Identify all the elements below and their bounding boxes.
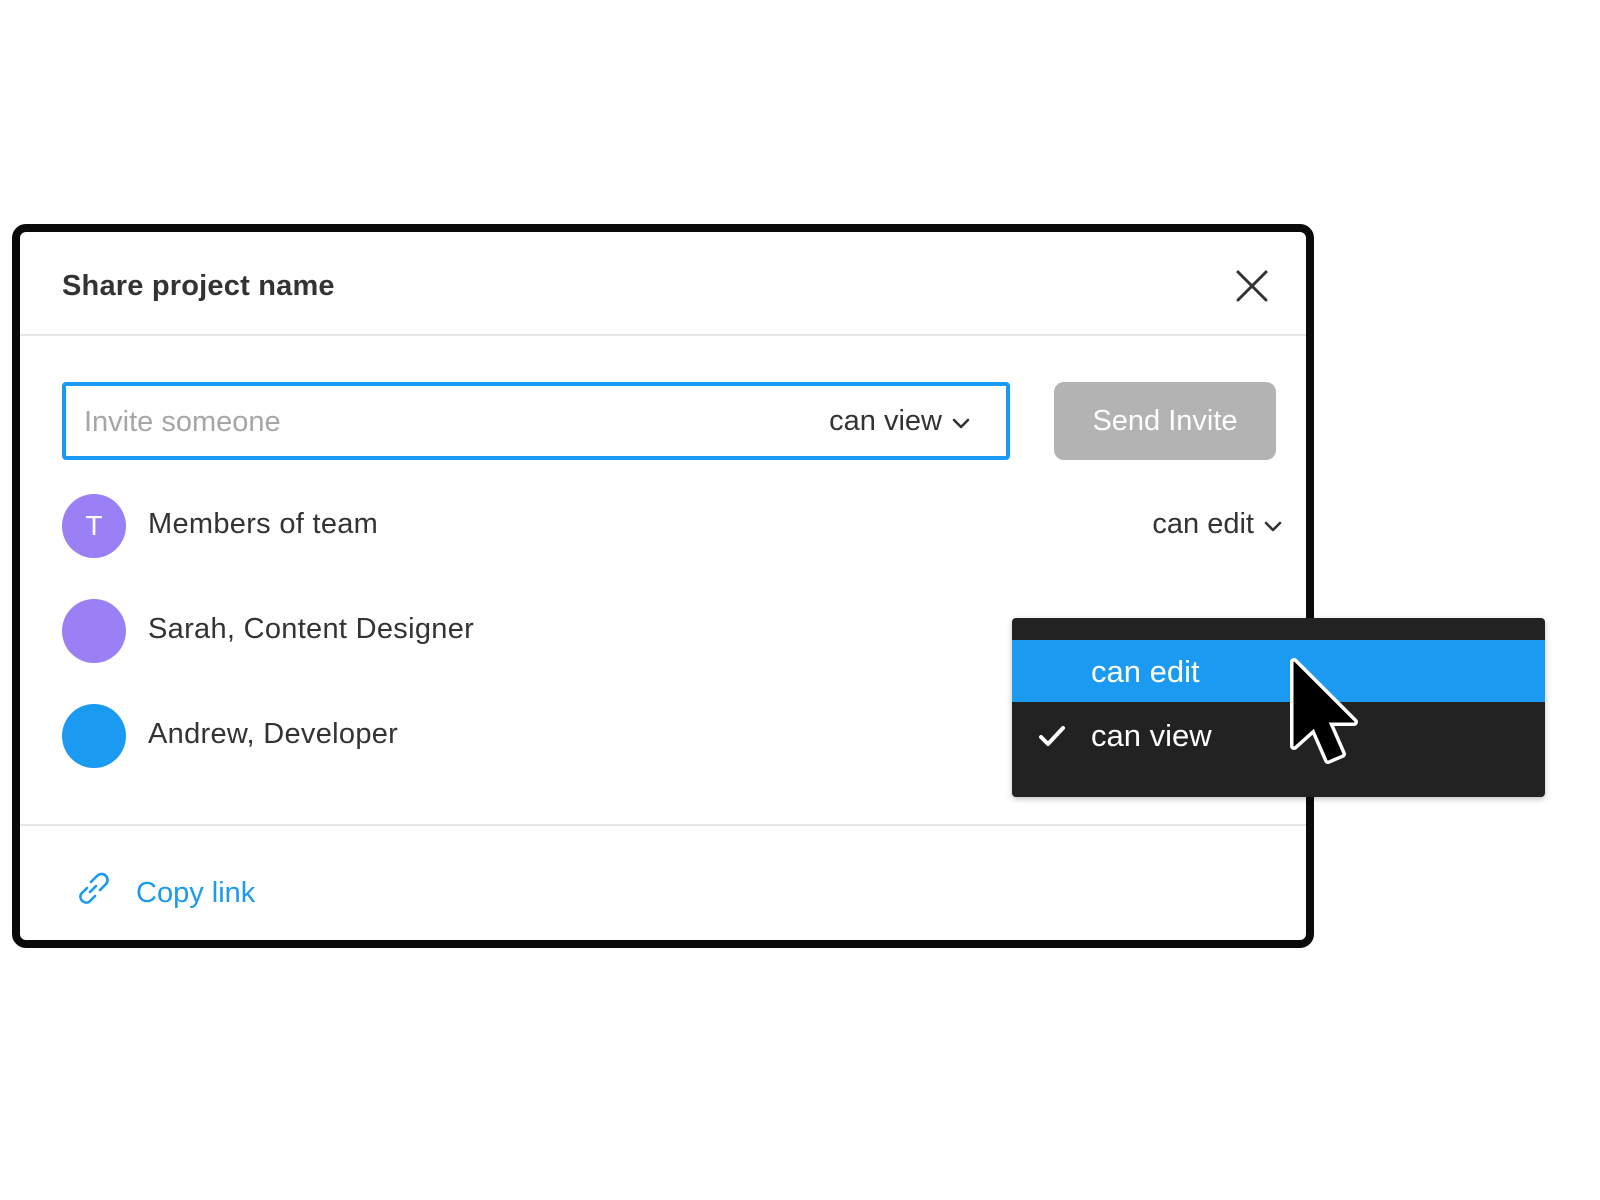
avatar — [62, 704, 126, 768]
copy-link-label: Copy link — [136, 876, 256, 909]
stage: Share project name can view — [0, 0, 1600, 1200]
footer-divider — [20, 824, 1306, 826]
mouse-pointer-icon — [1290, 658, 1360, 766]
send-invite-button[interactable]: Send Invite — [1054, 382, 1276, 460]
dialog-title: Share project name — [62, 270, 335, 302]
menu-item-label: can edit — [1091, 654, 1200, 689]
member-permission-label: can edit — [1152, 508, 1254, 540]
menu-item-can-view[interactable]: can view — [1012, 704, 1545, 766]
link-icon — [72, 868, 114, 918]
invite-permission-select[interactable]: can view — [829, 405, 970, 438]
share-dialog: Share project name can view — [12, 224, 1314, 948]
member-name: Sarah, Content Designer — [148, 613, 475, 645]
chevron-down-icon — [1264, 508, 1282, 541]
invite-field-container: can view — [62, 382, 1010, 460]
chevron-down-icon — [952, 405, 970, 438]
member-permission-select[interactable]: can edit — [1152, 508, 1282, 541]
checkmark-icon — [1038, 722, 1066, 748]
menu-item-label: can view — [1091, 718, 1212, 753]
avatar — [62, 599, 126, 663]
member-name: Members of team — [148, 508, 379, 540]
close-icon[interactable] — [1234, 268, 1270, 304]
invite-permission-label: can view — [829, 405, 942, 437]
invite-input[interactable] — [82, 400, 766, 444]
permission-dropdown-menu: can edit can view — [1012, 618, 1545, 797]
copy-link-button[interactable]: Copy link — [72, 868, 255, 918]
menu-item-can-edit[interactable]: can edit — [1012, 640, 1545, 702]
member-row-team: T Members of team can edit — [62, 494, 1282, 558]
member-name: Andrew, Developer — [148, 718, 399, 750]
dialog-header: Share project name — [20, 232, 1306, 336]
avatar: T — [62, 494, 126, 558]
